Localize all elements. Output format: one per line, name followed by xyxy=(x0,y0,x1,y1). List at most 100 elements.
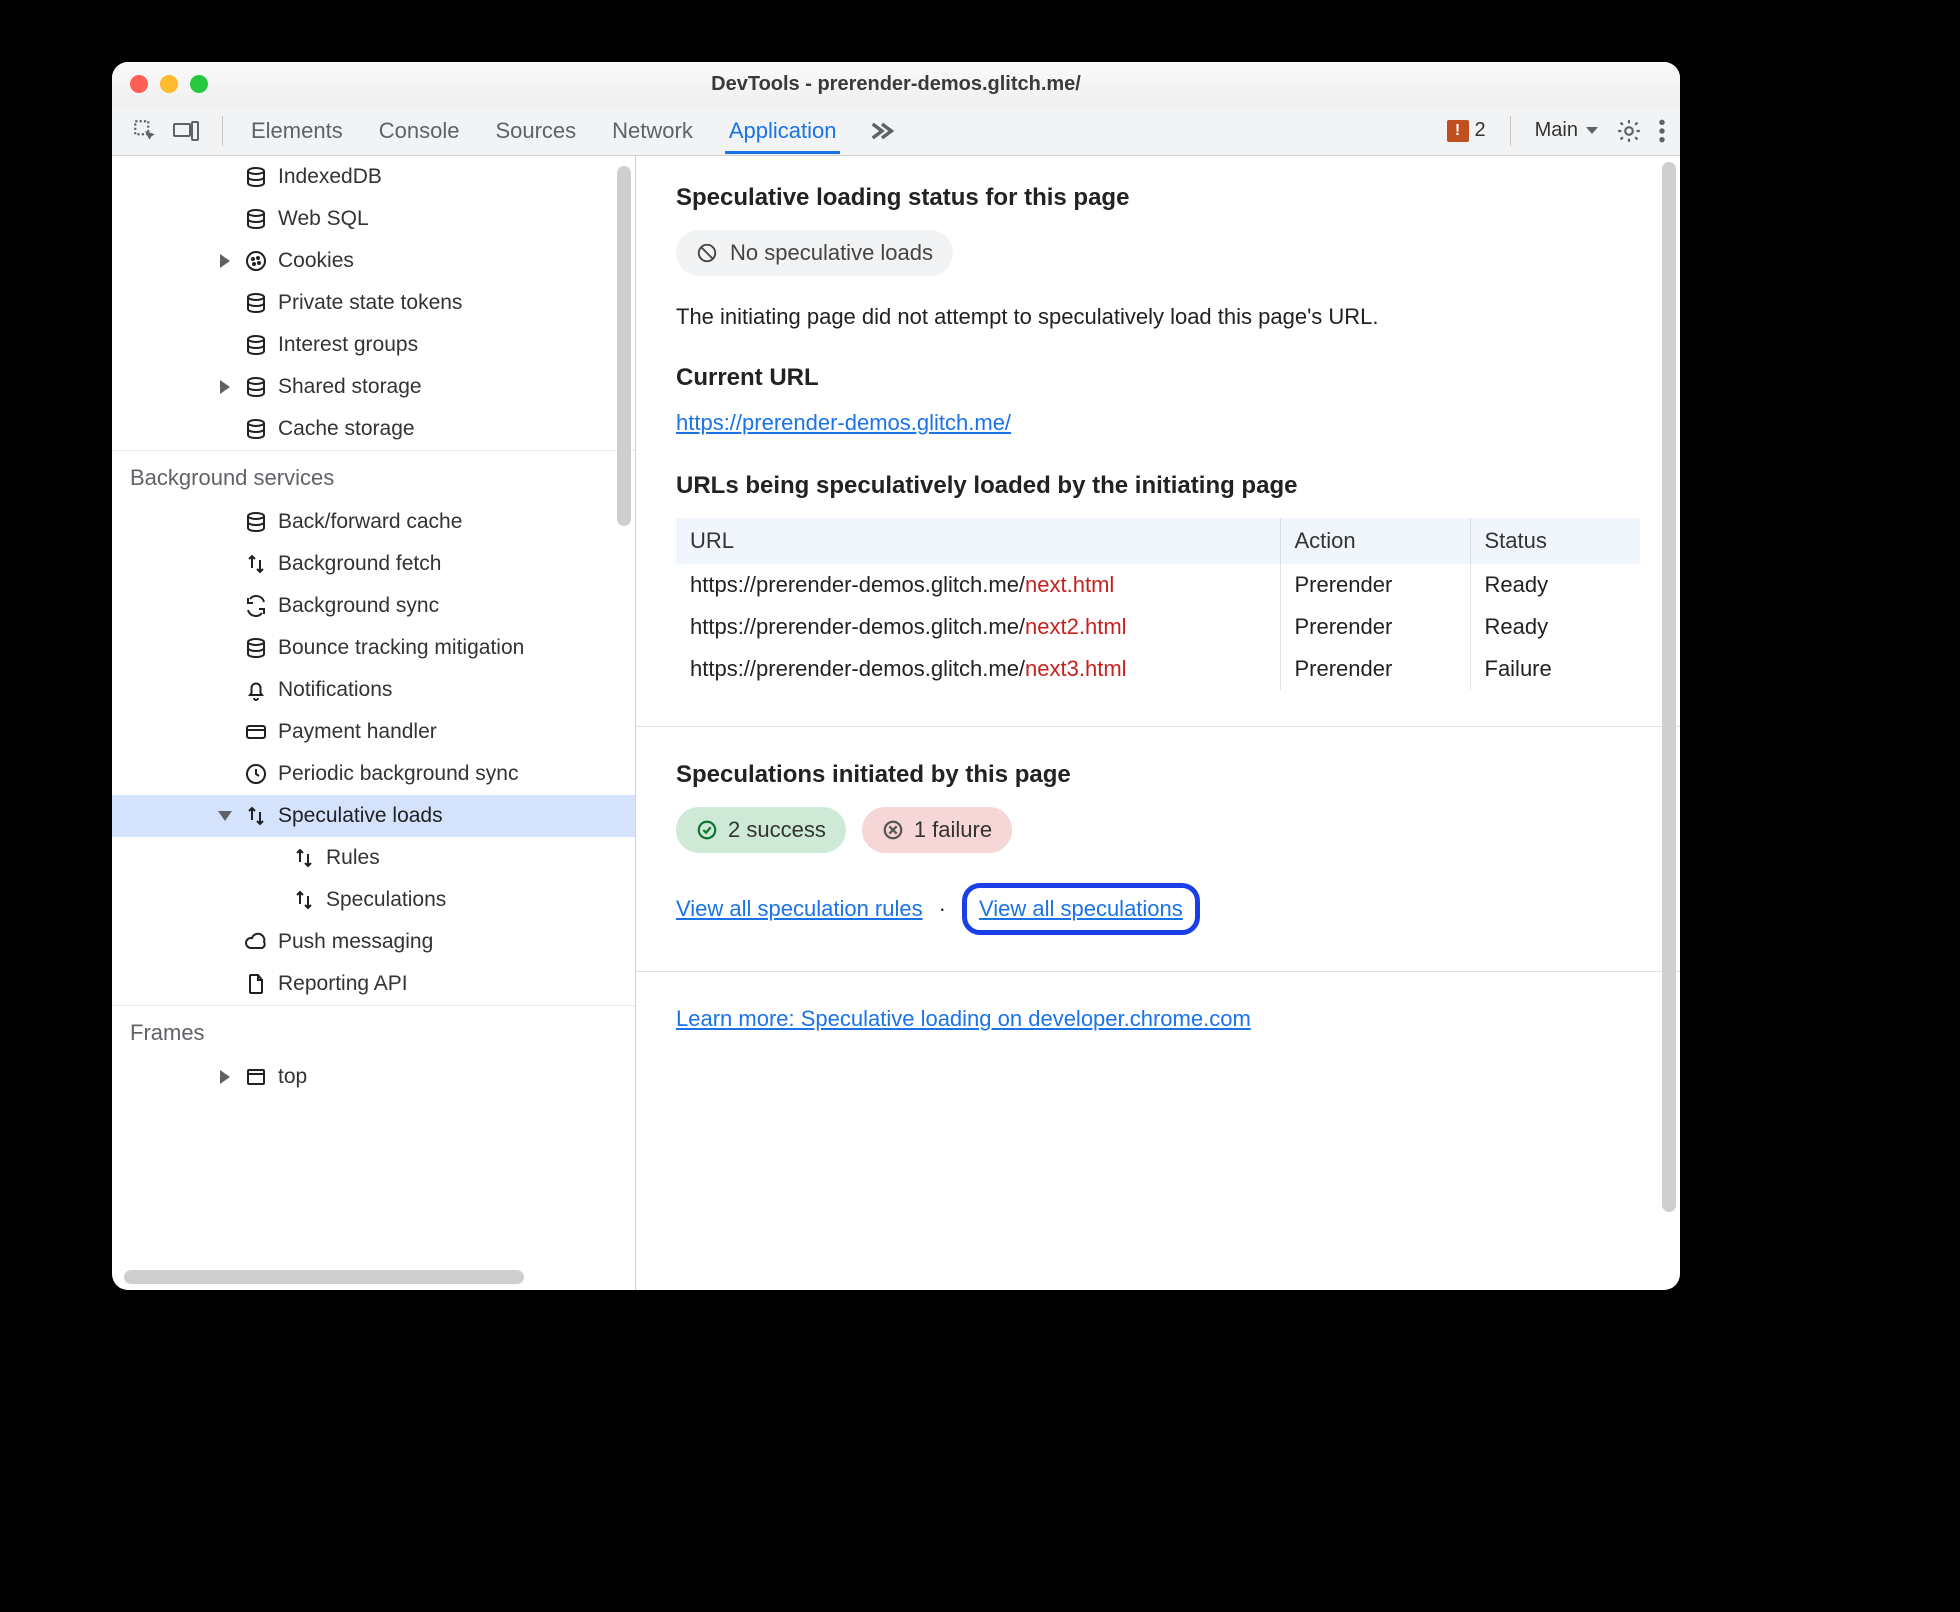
target-selector[interactable]: Main xyxy=(1535,119,1600,142)
sidebar-item-top-frame[interactable]: top xyxy=(112,1056,635,1098)
devtools-toolbar: Elements Console Sources Network Applica… xyxy=(112,106,1680,156)
sidebar-item-push-messaging[interactable]: Push messaging xyxy=(112,921,635,963)
table-header-url[interactable]: URL xyxy=(676,518,1280,564)
database-icon xyxy=(244,510,268,534)
view-all-speculations-link[interactable]: View all speculations xyxy=(979,896,1183,921)
bell-icon xyxy=(244,678,268,702)
sidebar-item-label: Rules xyxy=(326,846,380,870)
sidebar-item-rules[interactable]: Rules xyxy=(112,837,635,879)
tab-application[interactable]: Application xyxy=(725,108,841,154)
check-circle-icon xyxy=(696,819,718,841)
sidebar-item-label: Speculative loads xyxy=(278,804,443,828)
close-window-button[interactable] xyxy=(130,75,148,93)
sidebar-item-shared-storage[interactable]: Shared storage xyxy=(112,366,635,408)
more-tabs-icon[interactable] xyxy=(868,121,896,141)
sidebar-item-notifications[interactable]: Notifications xyxy=(112,669,635,711)
inspect-element-icon[interactable] xyxy=(132,118,158,144)
sidebar-item-label: Shared storage xyxy=(278,375,422,399)
learn-more-link[interactable]: Learn more: Speculative loading on devel… xyxy=(676,1006,1251,1031)
sidebar-item-private-tokens[interactable]: Private state tokens xyxy=(112,282,635,324)
sidebar-item-label: Push messaging xyxy=(278,930,433,954)
cell-action: Prerender xyxy=(1280,648,1470,690)
sidebar-item-bounce-tracking[interactable]: Bounce tracking mitigation xyxy=(112,627,635,669)
sidebar-item-cache-storage[interactable]: Cache storage xyxy=(112,408,635,450)
sidebar-item-label: Background sync xyxy=(278,594,439,618)
url-suffix: next3.html xyxy=(1025,656,1127,681)
sidebar-item-label: Web SQL xyxy=(278,207,369,231)
table-row[interactable]: https://prerender-demos.glitch.me/next3.… xyxy=(676,648,1640,690)
sidebar-item-label: Private state tokens xyxy=(278,291,462,315)
cell-status: Ready xyxy=(1470,564,1640,606)
expand-triangle-icon[interactable] xyxy=(218,811,232,821)
sidebar-item-speculations[interactable]: Speculations xyxy=(112,879,635,921)
panel-tabs: Elements Console Sources Network Applica… xyxy=(247,108,896,154)
sidebar-item-websql[interactable]: Web SQL xyxy=(112,198,635,240)
kebab-menu-icon[interactable] xyxy=(1658,118,1666,144)
no-loads-pill: No speculative loads xyxy=(676,230,953,276)
current-url-link[interactable]: https://prerender-demos.glitch.me/ xyxy=(676,410,1011,435)
no-loads-text: No speculative loads xyxy=(730,240,933,266)
panel-body: IndexedDB Web SQL Cookies Private state … xyxy=(112,156,1680,1290)
tab-elements[interactable]: Elements xyxy=(247,108,347,154)
sidebar-item-reporting-api[interactable]: Reporting API xyxy=(112,963,635,1005)
database-icon xyxy=(244,333,268,357)
table-header-action[interactable]: Action xyxy=(1280,518,1470,564)
sidebar-item-payment-handler[interactable]: Payment handler xyxy=(112,711,635,753)
sync-icon xyxy=(244,594,268,618)
minimize-window-button[interactable] xyxy=(160,75,178,93)
sidebar-item-indexeddb[interactable]: IndexedDB xyxy=(112,156,635,198)
sidebar-vertical-scrollbar[interactable] xyxy=(617,166,631,526)
main-content: Speculative loading status for this page… xyxy=(636,156,1680,1290)
sidebar-group-background-services: Background services xyxy=(112,450,635,501)
url-prefix: https://prerender-demos.glitch.me/ xyxy=(690,572,1025,597)
settings-gear-icon[interactable] xyxy=(1616,118,1642,144)
sidebar-item-label: Back/forward cache xyxy=(278,510,462,534)
tab-network[interactable]: Network xyxy=(608,108,697,154)
current-url-heading: Current URL xyxy=(676,364,1640,392)
url-suffix: next2.html xyxy=(1025,614,1127,639)
sidebar-item-interest-groups[interactable]: Interest groups xyxy=(112,324,635,366)
table-header-status[interactable]: Status xyxy=(1470,518,1640,564)
sidebar-item-speculative-loads[interactable]: Speculative loads xyxy=(112,795,635,837)
window-icon xyxy=(244,1065,268,1089)
database-icon xyxy=(244,375,268,399)
table-row[interactable]: https://prerender-demos.glitch.me/next2.… xyxy=(676,606,1640,648)
sidebar-item-label: Background fetch xyxy=(278,552,441,576)
sidebar-item-periodic-sync[interactable]: Periodic background sync xyxy=(112,753,635,795)
sidebar-item-bfcache[interactable]: Back/forward cache xyxy=(112,501,635,543)
failure-badge: 1 failure xyxy=(862,807,1012,853)
window-vertical-scrollbar[interactable] xyxy=(1662,162,1676,1212)
sidebar-item-background-sync[interactable]: Background sync xyxy=(112,585,635,627)
warnings-indicator[interactable]: ! 2 xyxy=(1447,119,1486,142)
sidebar-item-background-fetch[interactable]: Background fetch xyxy=(112,543,635,585)
sidebar-item-label: Interest groups xyxy=(278,333,418,357)
x-circle-icon xyxy=(882,819,904,841)
database-icon xyxy=(244,165,268,189)
device-toggle-icon[interactable] xyxy=(172,118,200,144)
expand-triangle-icon[interactable] xyxy=(220,254,230,268)
expand-triangle-icon[interactable] xyxy=(220,1070,230,1084)
cell-status: Failure xyxy=(1470,648,1640,690)
sidebar-horizontal-scrollbar[interactable] xyxy=(124,1270,524,1284)
view-all-rules-link[interactable]: View all speculation rules xyxy=(676,896,923,922)
toolbar-divider xyxy=(222,116,223,146)
url-prefix: https://prerender-demos.glitch.me/ xyxy=(690,656,1025,681)
window-title: DevTools - prerender-demos.glitch.me/ xyxy=(112,73,1680,96)
table-row[interactable]: https://prerender-demos.glitch.me/next.h… xyxy=(676,564,1640,606)
devtools-window: DevTools - prerender-demos.glitch.me/ El… xyxy=(112,62,1680,1290)
maximize-window-button[interactable] xyxy=(190,75,208,93)
arrows-icon xyxy=(244,552,268,576)
titlebar: DevTools - prerender-demos.glitch.me/ xyxy=(112,62,1680,106)
sidebar-item-label: top xyxy=(278,1065,307,1089)
arrows-icon xyxy=(292,846,316,870)
prohibited-icon xyxy=(696,242,718,264)
status-description: The initiating page did not attempt to s… xyxy=(676,304,1640,330)
application-sidebar[interactable]: IndexedDB Web SQL Cookies Private state … xyxy=(112,156,636,1290)
database-icon xyxy=(244,291,268,315)
expand-triangle-icon[interactable] xyxy=(220,380,230,394)
sidebar-item-cookies[interactable]: Cookies xyxy=(112,240,635,282)
sidebar-item-label: Reporting API xyxy=(278,972,408,996)
tab-sources[interactable]: Sources xyxy=(491,108,580,154)
tab-console[interactable]: Console xyxy=(375,108,464,154)
section-divider xyxy=(636,726,1680,727)
